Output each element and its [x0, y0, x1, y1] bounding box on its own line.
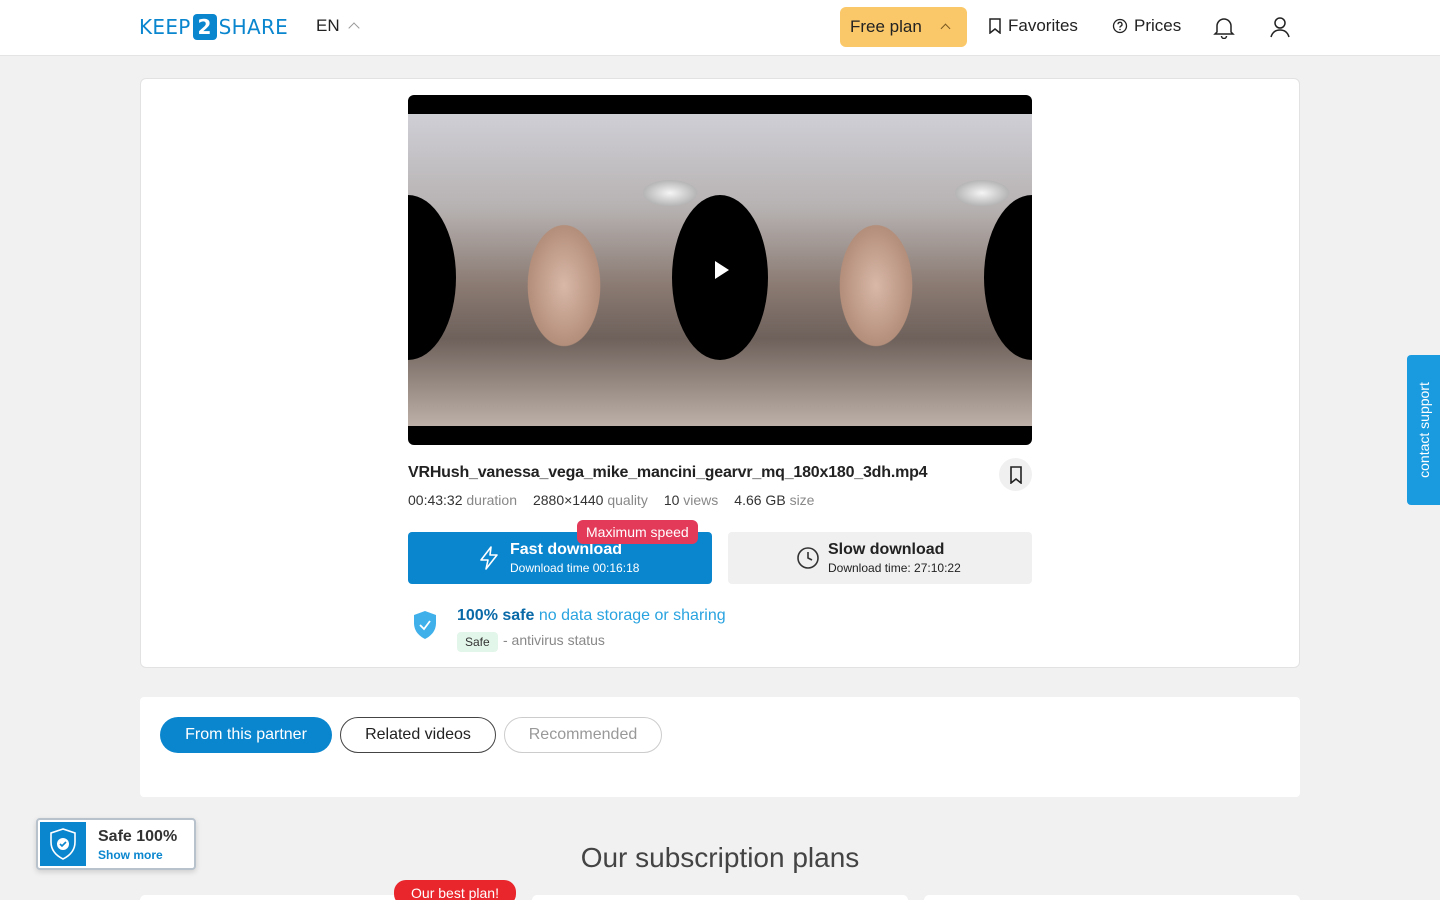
contact-support-tab[interactable]: contact support [1407, 355, 1440, 505]
shield-check-icon [414, 611, 436, 639]
size-label: size [789, 492, 815, 508]
duration-label: duration [466, 492, 517, 508]
size-value: 4.66 GB [734, 492, 786, 508]
user-icon[interactable] [1269, 15, 1291, 39]
tab-related-videos[interactable]: Related videos [340, 717, 496, 753]
top-header: KEEP 2 SHARE EN Free plan Favorites Pric… [0, 0, 1440, 56]
safe-widget-title: Safe 100% [98, 828, 178, 845]
shield-icon [40, 822, 86, 866]
bell-icon[interactable] [1213, 15, 1235, 39]
favorites-link[interactable]: Favorites [988, 16, 1078, 36]
logo-text-left: KEEP [139, 15, 191, 39]
plan-card[interactable] [924, 895, 1300, 900]
show-more-link[interactable]: Show more [98, 848, 163, 862]
safety-headline: 100% safe no data storage or sharing [457, 607, 726, 625]
add-favorite-button[interactable] [999, 458, 1032, 491]
help-circle-icon [1112, 18, 1128, 34]
favorites-label: Favorites [1008, 16, 1078, 35]
safety-detail: no data storage or sharing [538, 607, 726, 624]
fast-download-time: Download time 00:16:18 [510, 561, 640, 575]
slow-download-time: Download time: 27:10:22 [828, 561, 961, 575]
tab-recommended[interactable]: Recommended [504, 717, 662, 753]
antivirus-status: - antivirus status [503, 632, 605, 648]
safe-widget[interactable]: Safe 100% Show more [36, 818, 196, 870]
free-plan-label: Free plan [850, 17, 922, 36]
slow-download-title: Slow download [828, 541, 945, 558]
tab-from-partner[interactable]: From this partner [160, 717, 332, 753]
prices-label: Prices [1134, 16, 1182, 35]
chevron-up-icon [347, 22, 360, 34]
duration-value: 00:43:32 [408, 492, 463, 508]
file-name: VRHush_vanessa_vega_mike_mancini_gearvr_… [408, 464, 928, 481]
chevron-up-icon [940, 23, 951, 34]
chandelier-shape [643, 180, 697, 206]
contact-support-label: contact support [1415, 382, 1432, 478]
views-value: 10 [663, 492, 680, 508]
best-plan-badge: Our best plan! [394, 880, 516, 900]
meta-duration: 00:43:32 duration [408, 492, 517, 508]
logo-badge: 2 [192, 14, 217, 40]
language-selector[interactable]: EN [316, 16, 360, 36]
logo-text-right: SHARE [218, 15, 289, 39]
quality-label: quality [607, 492, 648, 508]
keep2share-logo[interactable]: KEEP 2 SHARE [139, 14, 288, 40]
free-plan-button[interactable]: Free plan [840, 7, 967, 47]
meta-size: 4.66 GB size [734, 492, 814, 508]
plans-heading: Our subscription plans [580, 842, 860, 873]
file-meta: 00:43:32 duration 2880×1440 quality 10 v… [408, 492, 814, 508]
clock-icon [797, 547, 819, 569]
prices-link[interactable]: Prices [1112, 16, 1181, 36]
bookmark-icon [1009, 465, 1022, 484]
slow-download-button[interactable]: Slow download Download time: 27:10:22 [728, 532, 1032, 584]
lightning-icon [480, 546, 498, 570]
plan-card[interactable] [532, 895, 908, 900]
safety-bold: 100% safe [457, 607, 535, 624]
language-label: EN [316, 16, 340, 35]
play-icon[interactable] [715, 261, 729, 279]
views-label: views [683, 492, 719, 508]
video-preview[interactable] [408, 95, 1032, 445]
max-speed-badge: Maximum speed [577, 520, 698, 544]
antivirus-badge: Safe [457, 632, 498, 652]
quality-value: 2880×1440 [532, 492, 604, 508]
chandelier-shape [955, 180, 1009, 206]
meta-quality: 2880×1440 quality [533, 492, 648, 508]
bookmark-icon [989, 18, 1001, 34]
meta-views: 10 views [664, 492, 718, 508]
